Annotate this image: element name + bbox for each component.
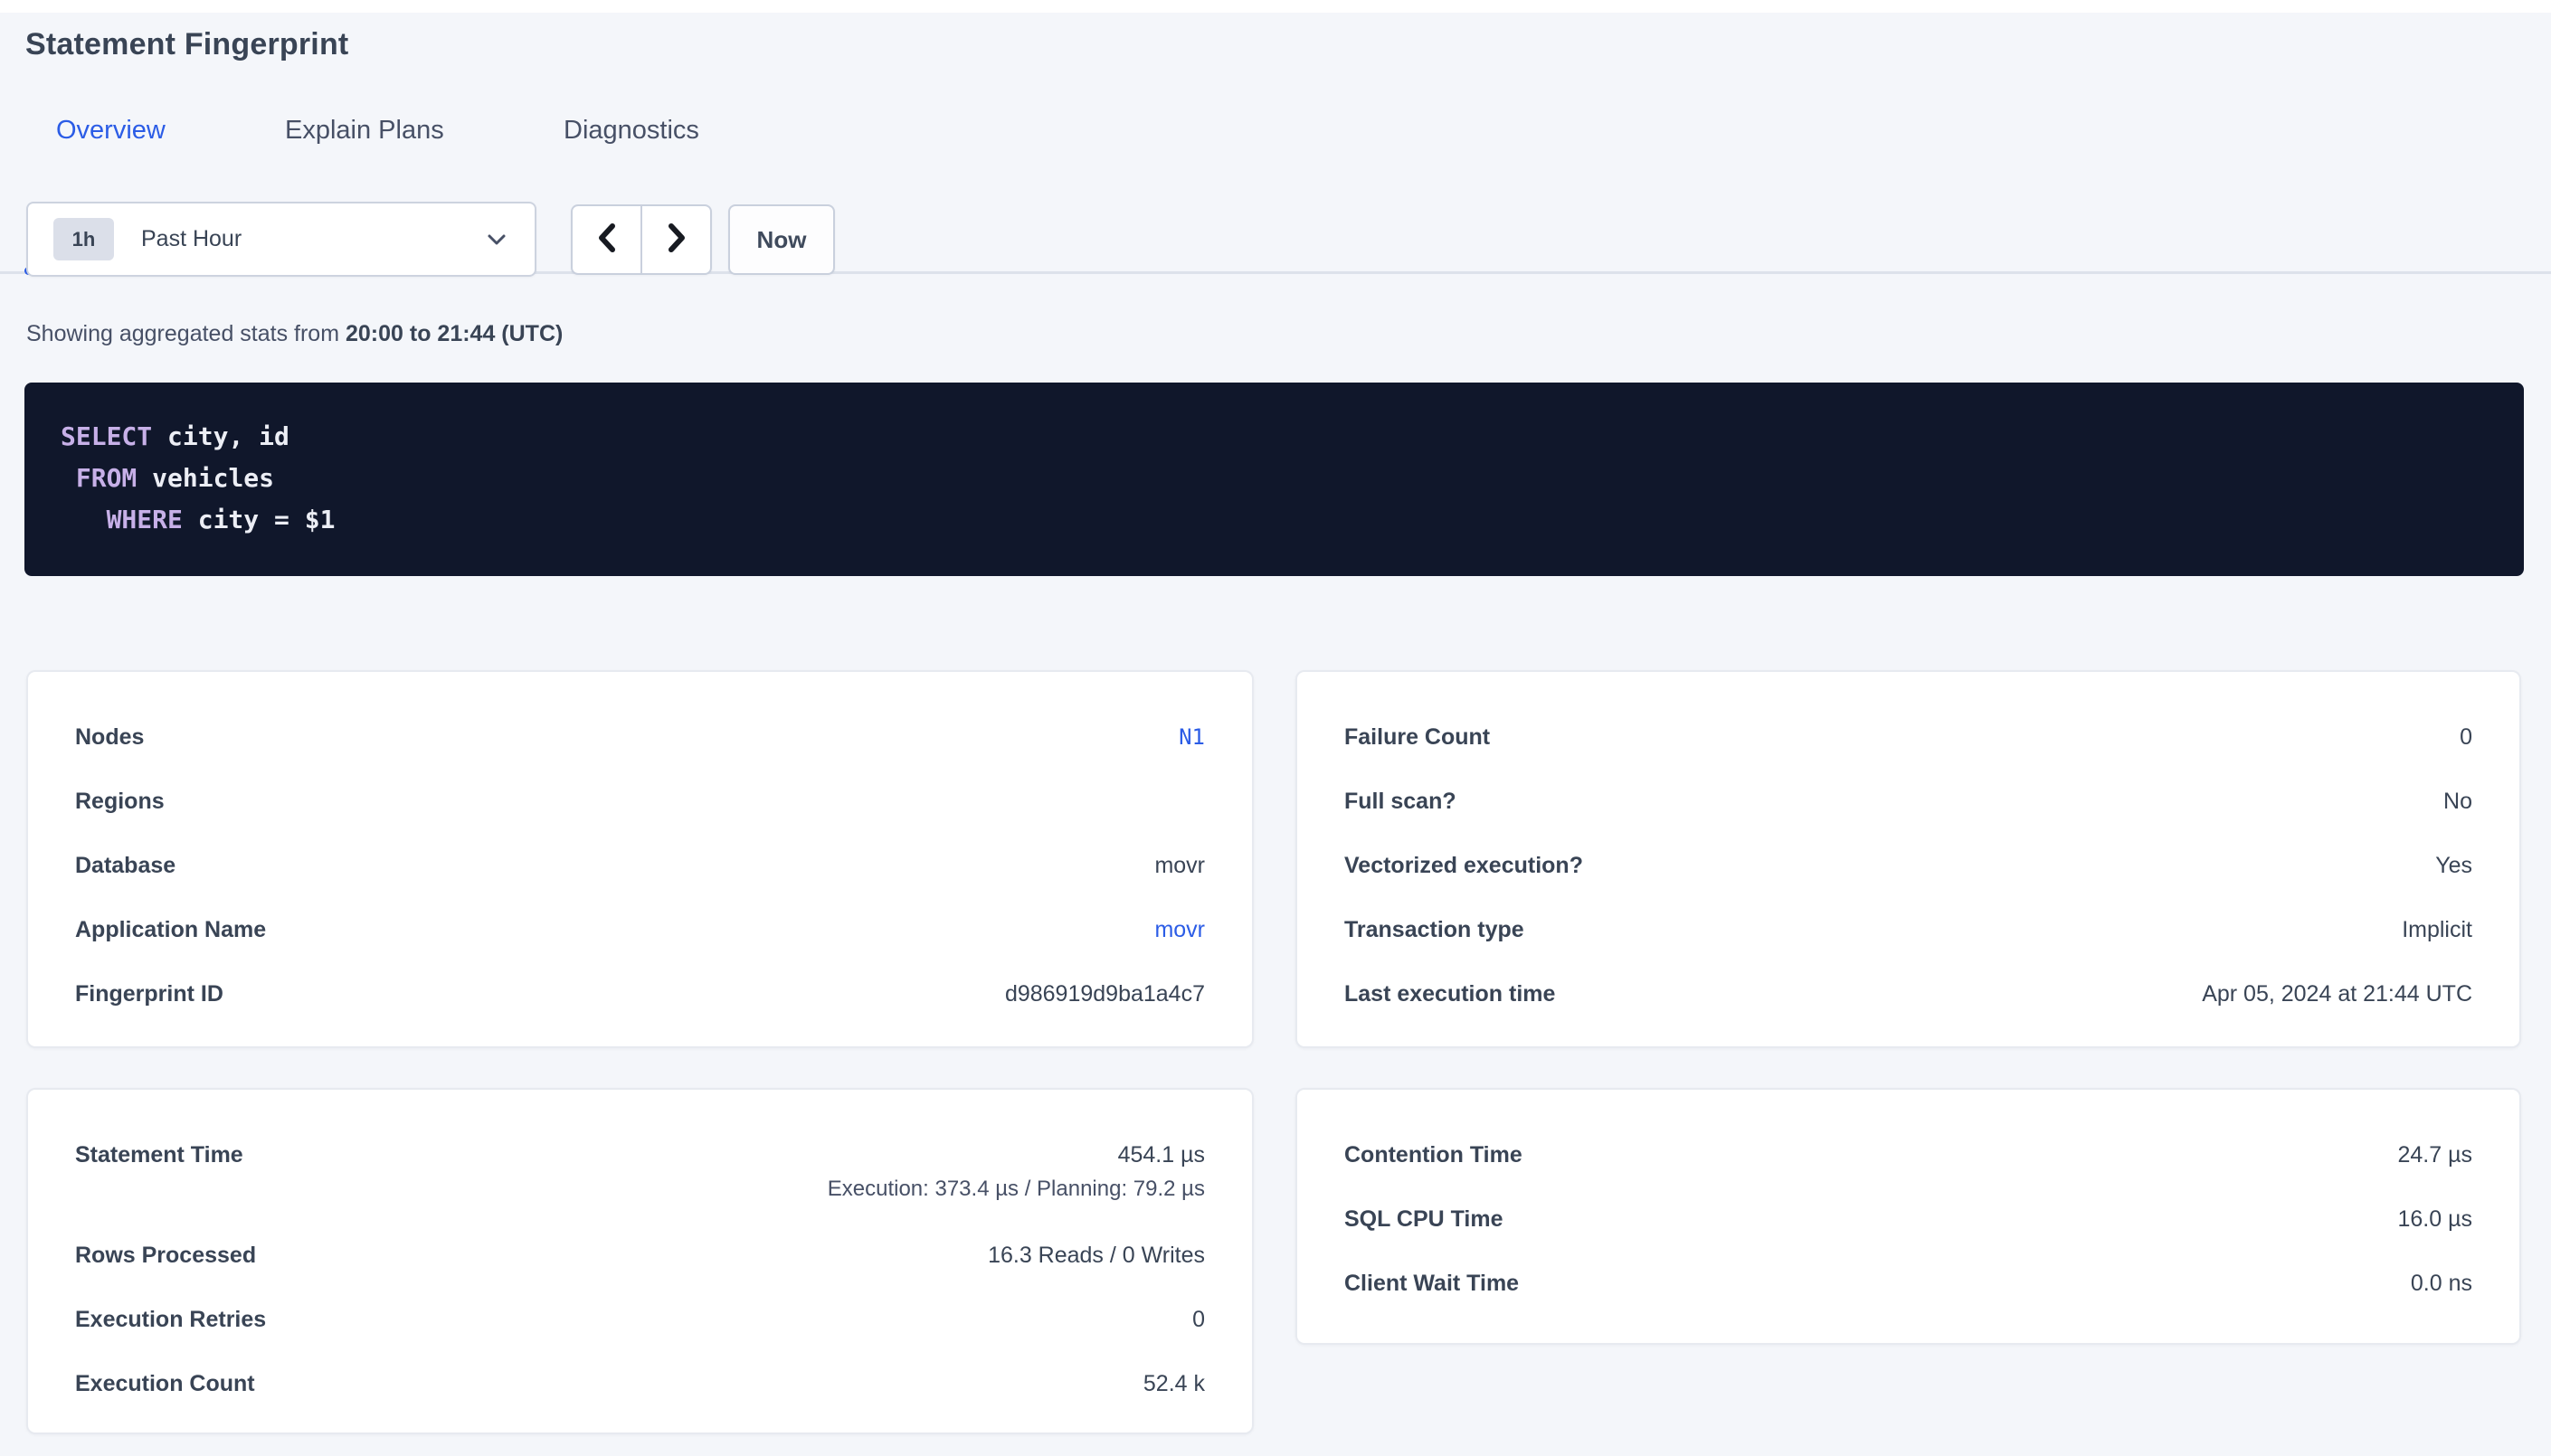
sql-keyword: WHERE [61,505,183,534]
row-label: Execution Retries [75,1307,266,1333]
row-value: 454.1 µs [1118,1142,1205,1168]
stat-row-rows-processed: Rows Processed 16.3 Reads / 0 Writes [75,1243,1205,1269]
row-value: Yes [2435,853,2472,879]
row-label: SQL CPU Time [1344,1206,1503,1233]
row-value: d986919d9ba1a4c7 [1005,981,1205,1007]
row-label: Application Name [75,917,266,943]
detail-row-transaction-type: Transaction type Implicit [1344,917,2472,943]
chevron-left-icon [593,220,621,260]
sql-statement-box: SELECT city, id FROM vehicles WHERE city… [24,383,2524,576]
statement-fingerprint-page: Statement Fingerprint Overview Explain P… [0,0,2551,1456]
detail-row-vectorized: Vectorized execution? Yes [1344,853,2472,879]
stat-row-execution-count: Execution Count 52.4 k [75,1371,1205,1397]
row-label: Database [75,853,175,879]
stat-row-sql-cpu-time: SQL CPU Time 16.0 µs [1344,1206,2472,1233]
detail-row-application-name: Application Name movr [75,917,1205,943]
page-title: Statement Fingerprint [25,27,348,62]
nodes-link[interactable]: N1 [1179,724,1205,750]
sql-code: city, id [152,421,289,451]
row-value: 24.7 µs [2397,1142,2472,1168]
row-label: Full scan? [1344,789,1456,815]
tab-diagnostics[interactable]: Diagnostics [564,116,699,146]
detail-row-full-scan: Full scan? No [1344,789,2472,815]
detail-row-regions: Regions [75,789,1205,815]
detail-row-database: Database movr [75,853,1205,879]
row-value: 16.3 Reads / 0 Writes [988,1243,1205,1269]
statement-stats-card: Statement Time 454.1 µs Execution: 373.4… [26,1088,1254,1434]
detail-row-last-execution-time: Last execution time Apr 05, 2024 at 21:4… [1344,981,2472,1007]
detail-row-nodes: Nodes N1 [75,724,1205,751]
row-value: 16.0 µs [2397,1206,2472,1233]
row-value: Implicit [2402,917,2472,943]
row-value: 0 [2460,724,2472,751]
interval-badge: 1h [53,218,114,260]
row-label: Client Wait Time [1344,1271,1519,1297]
row-value: Apr 05, 2024 at 21:44 UTC [2202,981,2472,1007]
tab-overview[interactable]: Overview [56,116,166,146]
sql-keyword: SELECT [61,421,152,451]
row-value: No [2443,789,2472,815]
statement-time-values: 454.1 µs Execution: 373.4 µs / Planning:… [828,1142,1205,1202]
application-name-link[interactable]: movr [1154,917,1205,943]
chevron-right-icon [663,220,690,260]
row-value: 0 [1192,1307,1205,1333]
detail-row-fingerprint-id: Fingerprint ID d986919d9ba1a4c7 [75,981,1205,1007]
aggregated-stats-prefix: Showing aggregated stats from [26,321,346,346]
stat-row-execution-retries: Execution Retries 0 [75,1307,1205,1333]
row-value: 0.0 ns [2411,1271,2472,1297]
sql-code: city = $1 [183,505,336,534]
execution-attributes-card: Failure Count 0 Full scan? No Vectorized… [1295,670,2521,1048]
wait-time-stats-card: Contention Time 24.7 µs SQL CPU Time 16.… [1295,1088,2521,1345]
row-subvalue: Execution: 373.4 µs / Planning: 79.2 µs [828,1177,1205,1202]
row-label: Vectorized execution? [1344,853,1583,879]
chevron-down-icon [484,231,509,249]
row-label: Execution Count [75,1371,255,1397]
stat-row-statement-time: Statement Time 454.1 µs Execution: 373.4… [75,1142,1205,1202]
row-label: Regions [75,789,165,815]
row-label: Last execution time [1344,981,1555,1007]
aggregated-stats-range: 20:00 to 21:44 (UTC) [346,321,563,346]
now-button[interactable]: Now [728,204,835,275]
row-label: Nodes [75,724,144,751]
row-label: Transaction type [1344,917,1524,943]
top-white-strip [0,0,2551,13]
row-value: 52.4 k [1143,1371,1205,1397]
row-label: Statement Time [75,1142,243,1168]
row-value: movr [1154,853,1205,879]
row-label: Failure Count [1344,724,1490,751]
tab-bar: Overview Explain Plans Diagnostics [0,107,2551,170]
detail-row-failure-count: Failure Count 0 [1344,724,2472,751]
row-label: Contention Time [1344,1142,1522,1168]
aggregated-stats-note: Showing aggregated stats from 20:00 to 2… [26,321,563,347]
time-range-stepper [571,204,712,275]
tab-explain-plans[interactable]: Explain Plans [285,116,444,146]
row-label: Fingerprint ID [75,981,223,1007]
time-range-dropdown[interactable]: 1h Past Hour [26,202,536,277]
sql-code: vehicles [137,463,274,493]
next-time-range-button[interactable] [640,206,710,273]
stat-row-client-wait-time: Client Wait Time 0.0 ns [1344,1271,2472,1297]
time-range-selected-label: Past Hour [141,226,484,252]
previous-time-range-button[interactable] [573,206,640,273]
stat-row-contention-time: Contention Time 24.7 µs [1344,1142,2472,1168]
statement-details-card: Nodes N1 Regions Database movr Applicati… [26,670,1254,1048]
sql-keyword: FROM [61,463,137,493]
row-label: Rows Processed [75,1243,256,1269]
